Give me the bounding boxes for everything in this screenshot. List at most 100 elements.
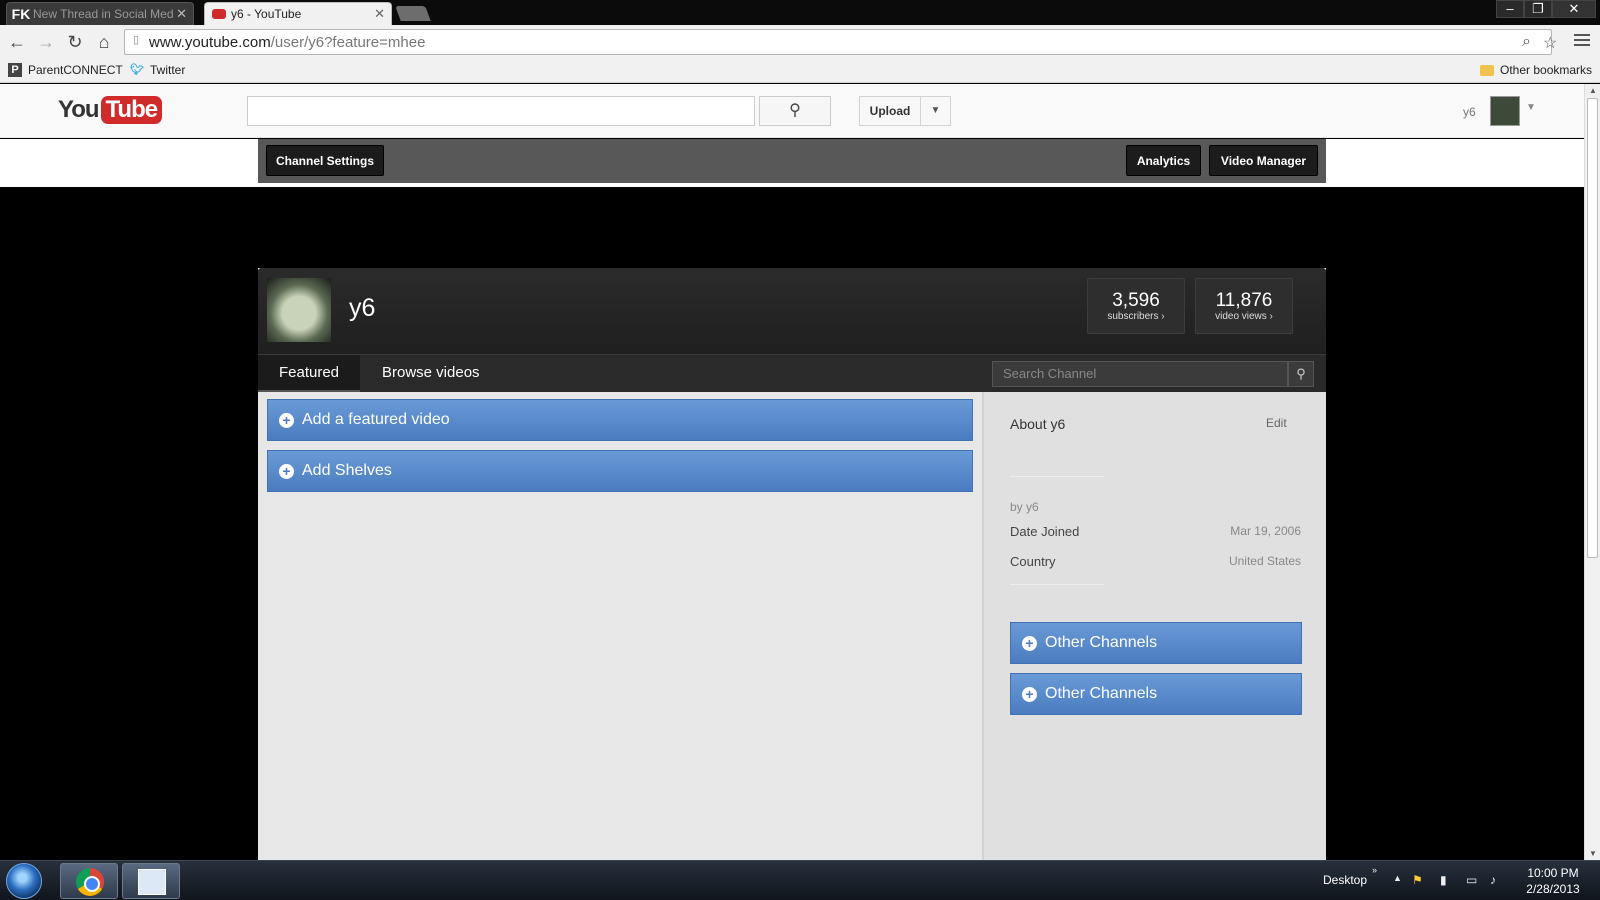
subscribers-count: 3,596 <box>1112 290 1160 311</box>
chevron-right-icon[interactable]: » <box>1372 865 1377 875</box>
page-icon: ▯ <box>133 34 140 46</box>
about-sidebar: About y6 Edit by y6 Date Joined Mar 19, … <box>982 392 1326 860</box>
bookmark-label: ParentCONNECT <box>28 63 123 77</box>
add-featured-video-button[interactable]: + Add a featured video <box>267 399 973 441</box>
tab-featured[interactable]: Featured <box>258 355 360 393</box>
featured-content: + Add a featured video + Add Shelves <box>258 392 982 860</box>
zoom-icon[interactable]: ⌕ <box>1522 33 1531 51</box>
tab-title: New Thread in Social Med <box>33 7 174 21</box>
bookmark-star-icon[interactable]: ☆ <box>1543 33 1557 53</box>
taskbar-chrome[interactable] <box>60 863 118 899</box>
search-button[interactable]: ⚲ <box>759 96 831 126</box>
other-channels-button-1[interactable]: + Other Channels <box>1010 622 1302 664</box>
caret-down-icon[interactable]: ▼ <box>1526 102 1536 113</box>
search-icon: ⚲ <box>1296 366 1306 381</box>
username-label[interactable]: y6 <box>1463 105 1476 119</box>
window-close-button[interactable]: ✕ <box>1552 0 1596 18</box>
taskbar-paint[interactable] <box>122 863 180 899</box>
channel-owner-bar-wrapper: Channel Settings Analytics Video Manager <box>0 139 1584 187</box>
reload-button[interactable]: ↻ <box>64 31 86 53</box>
tab-social-media[interactable]: FK New Thread in Social Med ✕ <box>6 2 194 25</box>
channel-avatar[interactable] <box>267 278 331 342</box>
youtube-search-input[interactable] <box>247 96 755 126</box>
network-icon[interactable]: ▭ <box>1466 873 1477 887</box>
bookmark-label: Twitter <box>150 63 186 77</box>
clock-date: 2/28/2013 <box>1526 882 1580 896</box>
tab-youtube[interactable]: y6 - YouTube ✕ <box>204 2 392 25</box>
close-icon[interactable]: ✕ <box>374 6 385 22</box>
user-avatar[interactable] <box>1490 96 1520 126</box>
scroll-down-icon[interactable]: ▼ <box>1589 849 1597 858</box>
browser-tab-strip: FK New Thread in Social Med ✕ y6 - YouTu… <box>0 0 1600 25</box>
search-icon: ⚲ <box>789 102 801 119</box>
paint-app-icon <box>138 869 166 895</box>
tab-browse-videos[interactable]: Browse videos <box>382 355 480 393</box>
channel-card: y6 3,596 subscribers › 11,876 video view… <box>258 268 1326 860</box>
about-title: About y6 <box>1010 416 1066 432</box>
chrome-icon <box>76 868 104 896</box>
country-label: Country <box>1010 554 1056 569</box>
back-button[interactable]: ← <box>6 31 28 53</box>
add-featured-video-label: Add a featured video <box>302 411 450 428</box>
other-channels-label: Other Channels <box>1045 634 1158 651</box>
bookmarks-bar: P ParentCONNECT 🐦︎ Twitter Other bookmar… <box>0 59 1600 83</box>
upload-button[interactable]: Upload <box>859 96 921 126</box>
other-channels-label: Other Channels <box>1045 685 1158 702</box>
analytics-button[interactable]: Analytics <box>1126 145 1201 176</box>
plus-circle-icon: + <box>279 463 294 479</box>
start-button[interactable] <box>6 863 42 899</box>
system-clock[interactable]: 10:00 PM 2/28/2013 <box>1523 865 1583 897</box>
upload-dropdown-button[interactable]: ▼ <box>920 96 951 126</box>
subscribers-stat[interactable]: 3,596 subscribers › <box>1087 278 1185 334</box>
date-joined-label: Date Joined <box>1010 524 1080 539</box>
subscribers-label: subscribers › <box>1107 311 1165 322</box>
tab-title: y6 - YouTube <box>231 7 302 21</box>
country-value: United States <box>1228 554 1301 568</box>
scroll-up-icon[interactable]: ▲ <box>1589 86 1597 95</box>
fk-favicon-icon: FK <box>11 6 31 22</box>
channel-owner-bar: Channel Settings Analytics Video Manager <box>258 139 1326 183</box>
close-icon[interactable]: ✕ <box>176 6 187 22</box>
home-button[interactable]: ⌂ <box>93 31 115 53</box>
youtube-favicon-icon <box>211 6 227 22</box>
add-shelves-button[interactable]: + Add Shelves <box>267 450 973 492</box>
channel-search-input[interactable]: Search Channel <box>992 361 1288 387</box>
bookmark-twitter[interactable]: 🐦︎ Twitter <box>130 63 185 77</box>
video-views-count: 11,876 <box>1215 290 1273 311</box>
other-bookmarks-label: Other bookmarks <box>1500 63 1593 77</box>
divider <box>1010 476 1104 477</box>
scrollbar-thumb[interactable] <box>1587 98 1598 558</box>
bookmark-parentconnect[interactable]: P ParentCONNECT <box>8 63 123 77</box>
youtube-logo[interactable]: You Tube <box>58 96 163 124</box>
forward-button[interactable]: → <box>35 31 57 53</box>
edit-link[interactable]: Edit <box>1266 416 1287 430</box>
address-bar[interactable]: ▯ www.youtube.com/user/y6?feature=mhee ⌕… <box>124 29 1557 55</box>
windows-taskbar: Desktop » ▲ ⚑ ▮ ▭ ♪ 10:00 PM 2/28/2013 <box>0 860 1600 900</box>
add-shelves-label: Add Shelves <box>302 462 392 479</box>
twitter-bird-icon: 🐦︎ <box>130 64 144 76</box>
chrome-menu-icon[interactable] <box>1574 32 1590 49</box>
page-scrollbar[interactable]: ▲ ▼ <box>1584 84 1600 860</box>
action-center-flag-icon[interactable]: ⚑ <box>1412 873 1423 887</box>
youtube-header: You Tube ⚲ Upload ▼ y6 ▼ <box>0 84 1584 138</box>
power-icon[interactable]: ▮ <box>1440 873 1447 887</box>
channel-settings-button[interactable]: Channel Settings <box>266 145 384 176</box>
by-line: by y6 <box>1010 500 1039 514</box>
plus-circle-icon: + <box>1022 686 1037 702</box>
other-channels-button-2[interactable]: + Other Channels <box>1010 673 1302 715</box>
video-views-label: video views › <box>1215 311 1273 322</box>
plus-circle-icon: + <box>1022 635 1037 651</box>
volume-icon[interactable]: ♪ <box>1490 873 1496 887</box>
other-bookmarks[interactable]: Other bookmarks <box>1480 63 1592 77</box>
desktop-toolbar-label[interactable]: Desktop <box>1323 873 1367 887</box>
video-views-stat[interactable]: 11,876 video views › <box>1195 278 1293 334</box>
minimize-button[interactable]: – <box>1496 0 1524 18</box>
restore-button[interactable]: ❐ <box>1524 0 1552 18</box>
new-tab-button[interactable] <box>395 6 431 21</box>
show-hidden-icons-icon[interactable]: ▲ <box>1393 873 1402 883</box>
channel-search-button[interactable]: ⚲ <box>1288 361 1314 387</box>
channel-name: y6 <box>349 294 376 322</box>
video-manager-button[interactable]: Video Manager <box>1209 145 1318 176</box>
channel-nav: Featured Browse videos Search Channel ⚲ <box>258 354 1326 393</box>
url-text: www.youtube.com/user/y6?feature=mhee <box>149 34 426 51</box>
